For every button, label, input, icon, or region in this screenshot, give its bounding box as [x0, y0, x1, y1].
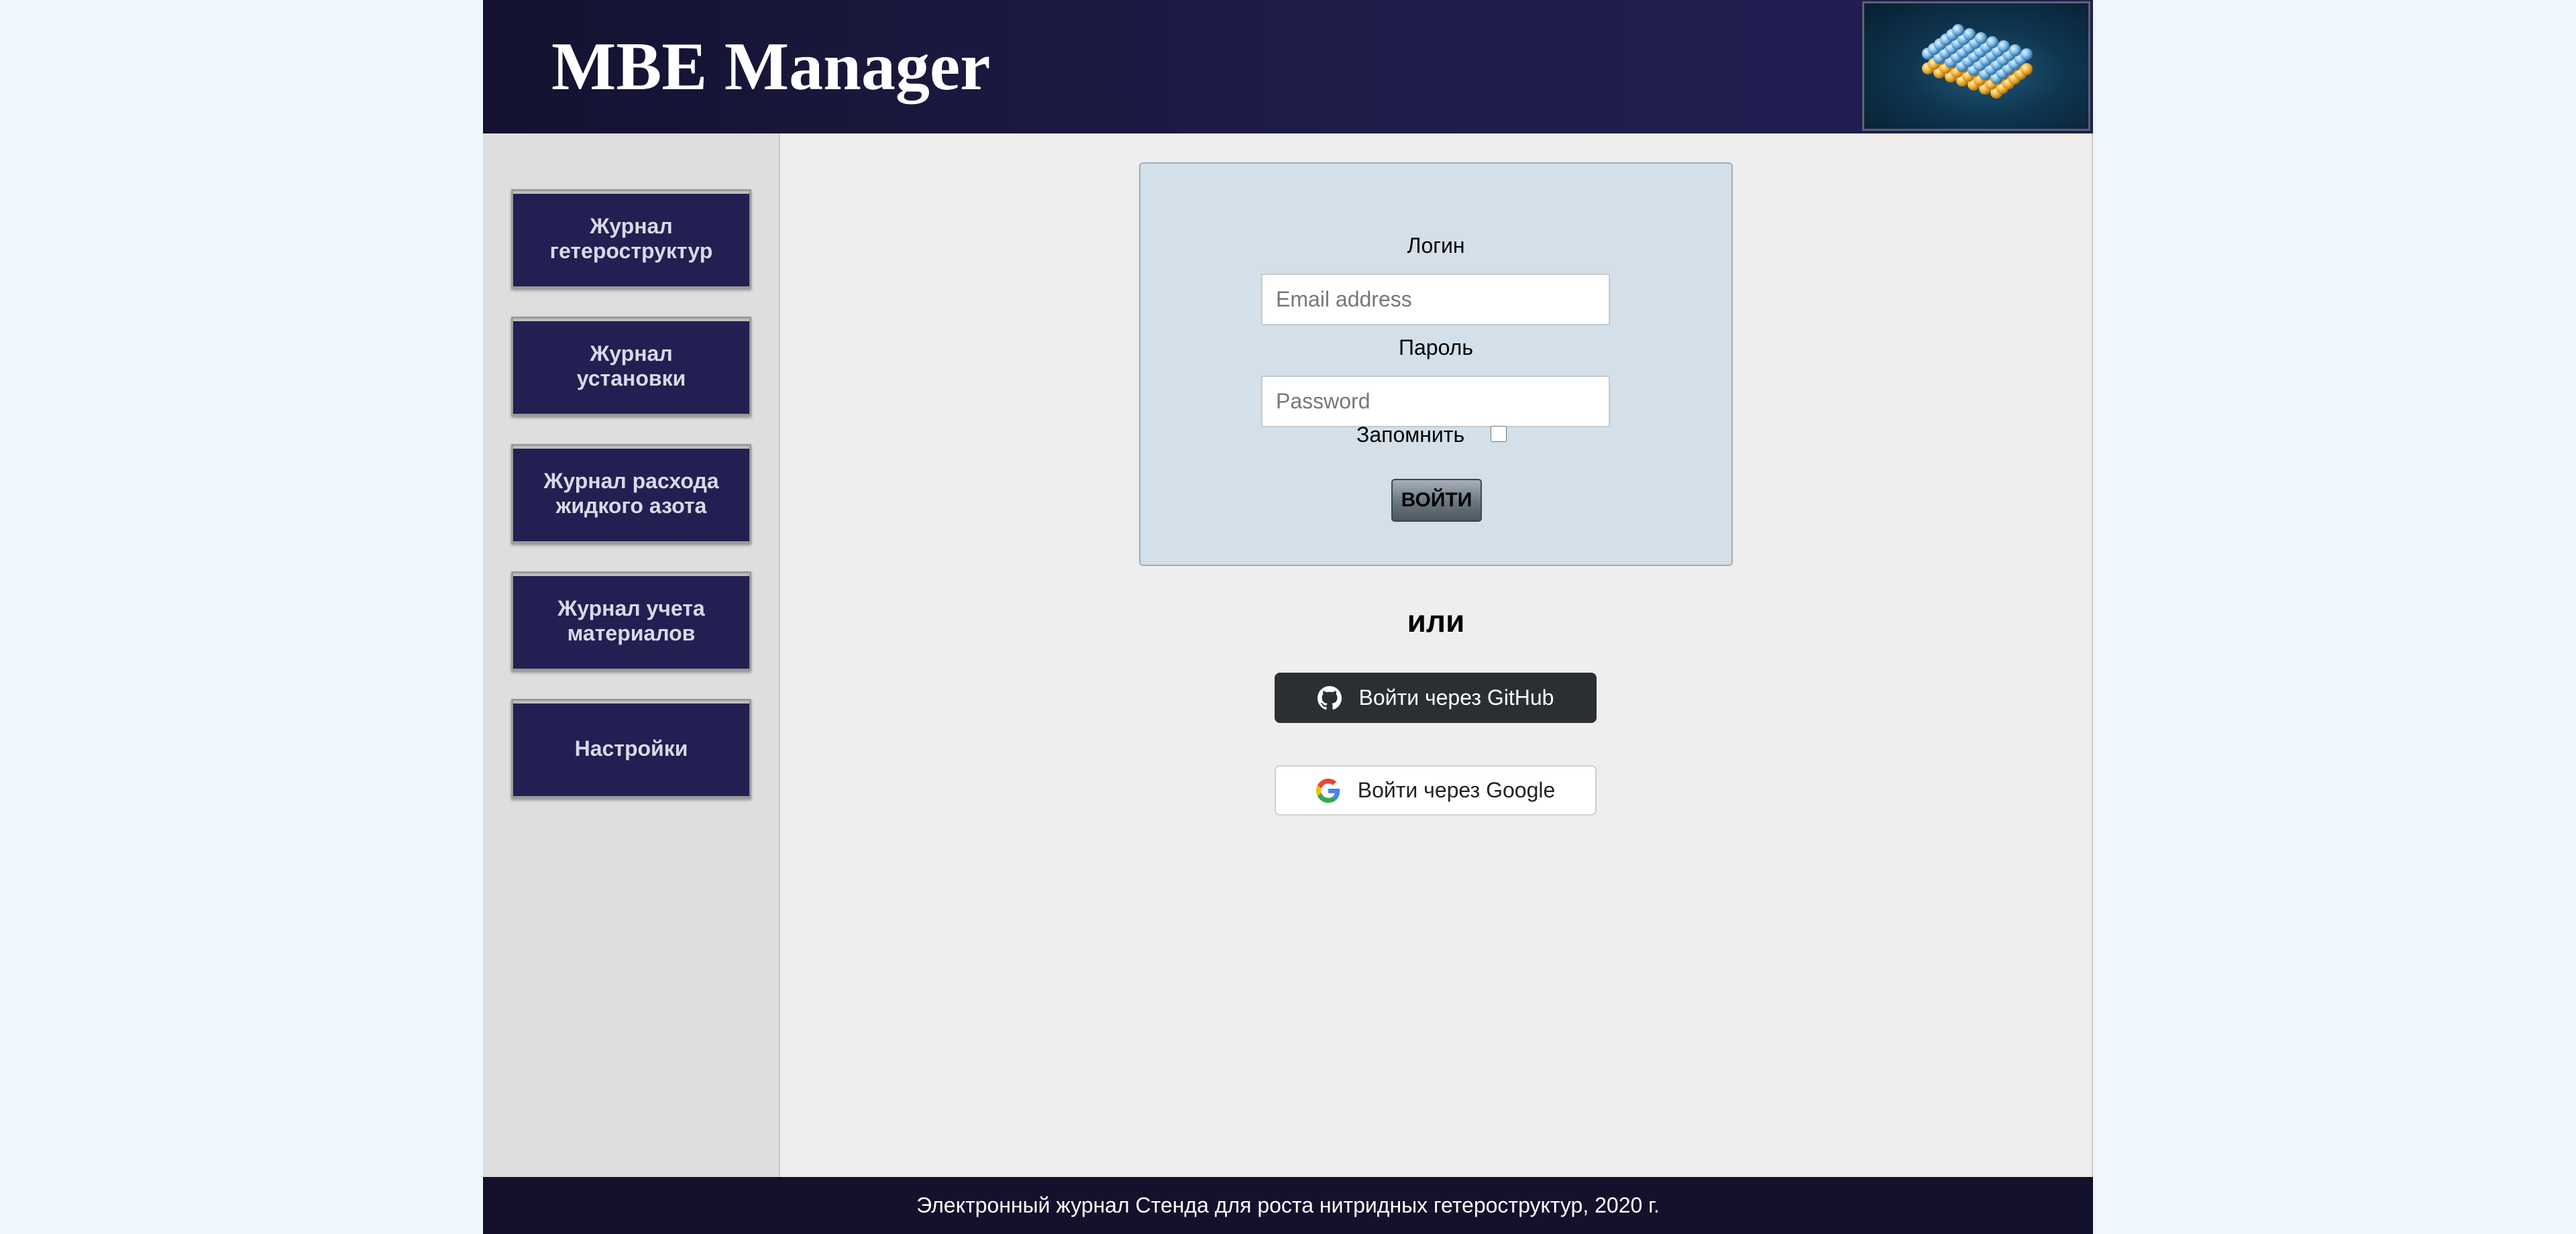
lattice-atom	[1986, 36, 1998, 48]
github-icon	[1317, 685, 1342, 710]
sidebar-item-materials-log[interactable]: Журнал учета материалов	[511, 571, 751, 671]
header: MBE Manager	[483, 0, 2093, 133]
sidebar-item-nitrogen-log[interactable]: Журнал расхода жидкого азота	[511, 444, 751, 543]
email-field[interactable]	[1261, 274, 1610, 325]
google-login-label: Войти через Google	[1357, 778, 1556, 802]
lattice-atom	[2021, 48, 2033, 60]
github-login-button[interactable]: Войти через GitHub	[1275, 673, 1597, 723]
login-form: Логин Пароль Запомнить ВОЙТИ	[1139, 162, 1733, 566]
sidebar-item-label: Журнал гетероструктур	[549, 214, 713, 263]
password-field[interactable]	[1261, 376, 1610, 427]
lattice-atom	[1998, 40, 2010, 52]
remember-label: Запомнить	[1356, 423, 1465, 447]
or-separator: или	[1407, 604, 1465, 638]
footer-text: Электронный журнал Стенда для роста нитр…	[916, 1193, 1660, 1217]
crystal-lattice-icon	[1862, 1, 2090, 131]
lattice-atom	[1964, 28, 1976, 40]
lattice-atom	[2021, 63, 2033, 75]
github-login-label: Войти через GitHub	[1358, 685, 1554, 710]
google-login-button[interactable]: Войти через Google	[1275, 765, 1597, 816]
page: MBE Manager Журнал гетероструктур Журнал…	[483, 0, 2093, 1234]
app-title: MBE Manager	[551, 29, 991, 105]
sidebar: Журнал гетероструктур Журнал установки Ж…	[483, 133, 780, 1177]
sidebar-item-label: Журнал установки	[576, 341, 686, 390]
google-icon	[1316, 778, 1340, 803]
sidebar-item-settings[interactable]: Настройки	[511, 699, 751, 798]
sidebar-item-heterostructures-log[interactable]: Журнал гетероструктур	[511, 189, 751, 288]
lattice-atom	[2009, 44, 2021, 56]
main-content: Логин Пароль Запомнить ВОЙТИ или Войти ч…	[780, 133, 2093, 1177]
login-label: Логин	[1407, 233, 1465, 258]
password-label: Пароль	[1398, 335, 1474, 359]
lattice-atom	[1975, 32, 1987, 44]
login-submit-button[interactable]: ВОЙТИ	[1391, 479, 1482, 522]
footer: Электронный журнал Стенда для роста нитр…	[483, 1177, 2093, 1234]
sidebar-item-label: Журнал учета материалов	[557, 596, 705, 645]
sidebar-item-installation-log[interactable]: Журнал установки	[511, 317, 751, 416]
sidebar-item-label: Настройки	[574, 736, 688, 761]
sidebar-item-label: Журнал расхода жидкого азота	[543, 469, 719, 518]
lattice-atom	[1952, 24, 1964, 36]
remember-checkbox[interactable]	[1491, 426, 1507, 442]
